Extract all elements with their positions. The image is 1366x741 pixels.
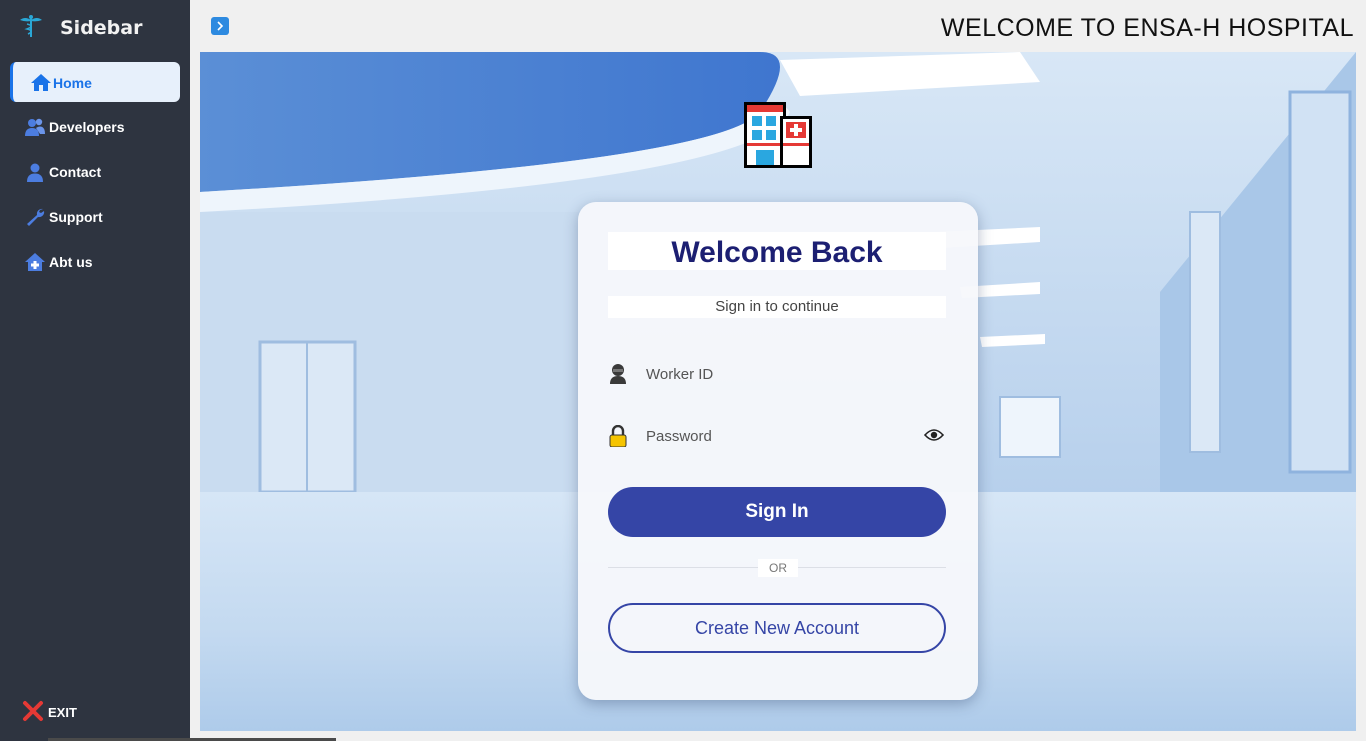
sidebar-toggle-button[interactable] xyxy=(211,17,229,35)
sign-in-button[interactable]: Sign In xyxy=(608,487,946,537)
users-icon xyxy=(25,118,45,136)
house-plus-icon xyxy=(25,253,45,271)
eye-icon[interactable] xyxy=(924,428,944,442)
sidebar-item-developers[interactable]: Developers xyxy=(10,107,180,147)
close-icon xyxy=(23,701,43,721)
create-account-button[interactable]: Create New Account xyxy=(608,603,946,653)
caduceus-icon xyxy=(20,15,42,37)
worker-id-placeholder: Worker ID xyxy=(646,366,714,383)
hospital-icon xyxy=(744,102,812,168)
login-subtitle: Sign in to continue xyxy=(608,296,946,318)
sidebar-item-about[interactable]: Abt us xyxy=(10,242,180,282)
login-card: Welcome Back Sign in to continue Worker … xyxy=(578,202,978,700)
sidebar-title: Sidebar xyxy=(60,17,143,39)
home-icon xyxy=(31,74,51,91)
or-label: OR xyxy=(758,559,798,577)
exit-button[interactable]: EXIT xyxy=(22,700,142,724)
sidebar-header: Sidebar xyxy=(0,0,190,52)
password-field[interactable]: Password xyxy=(608,422,946,452)
chevron-right-icon xyxy=(217,21,224,31)
login-title: Welcome Back xyxy=(608,232,946,270)
password-placeholder: Password xyxy=(646,428,712,445)
lock-icon xyxy=(609,425,627,447)
worker-icon xyxy=(610,364,626,384)
sidebar-item-label: Abt us xyxy=(49,254,93,270)
sidebar-item-label: Developers xyxy=(49,119,125,135)
wrench-icon xyxy=(27,208,45,226)
sidebar: Sidebar Home Developers Contact Support xyxy=(0,0,190,741)
sidebar-item-home[interactable]: Home xyxy=(10,62,180,102)
sidebar-item-label: Support xyxy=(49,209,103,225)
sidebar-item-label: Home xyxy=(53,75,92,91)
user-icon xyxy=(27,163,43,182)
sidebar-item-support[interactable]: Support xyxy=(10,197,180,237)
login-background: Welcome Back Sign in to continue Worker … xyxy=(200,52,1356,731)
sidebar-item-contact[interactable]: Contact xyxy=(10,152,180,192)
exit-label: EXIT xyxy=(48,705,77,720)
page-title: WELCOME TO ENSA-H HOSPITAL xyxy=(940,14,1354,42)
sidebar-item-label: Contact xyxy=(49,164,102,180)
worker-id-field[interactable]: Worker ID xyxy=(608,360,946,390)
